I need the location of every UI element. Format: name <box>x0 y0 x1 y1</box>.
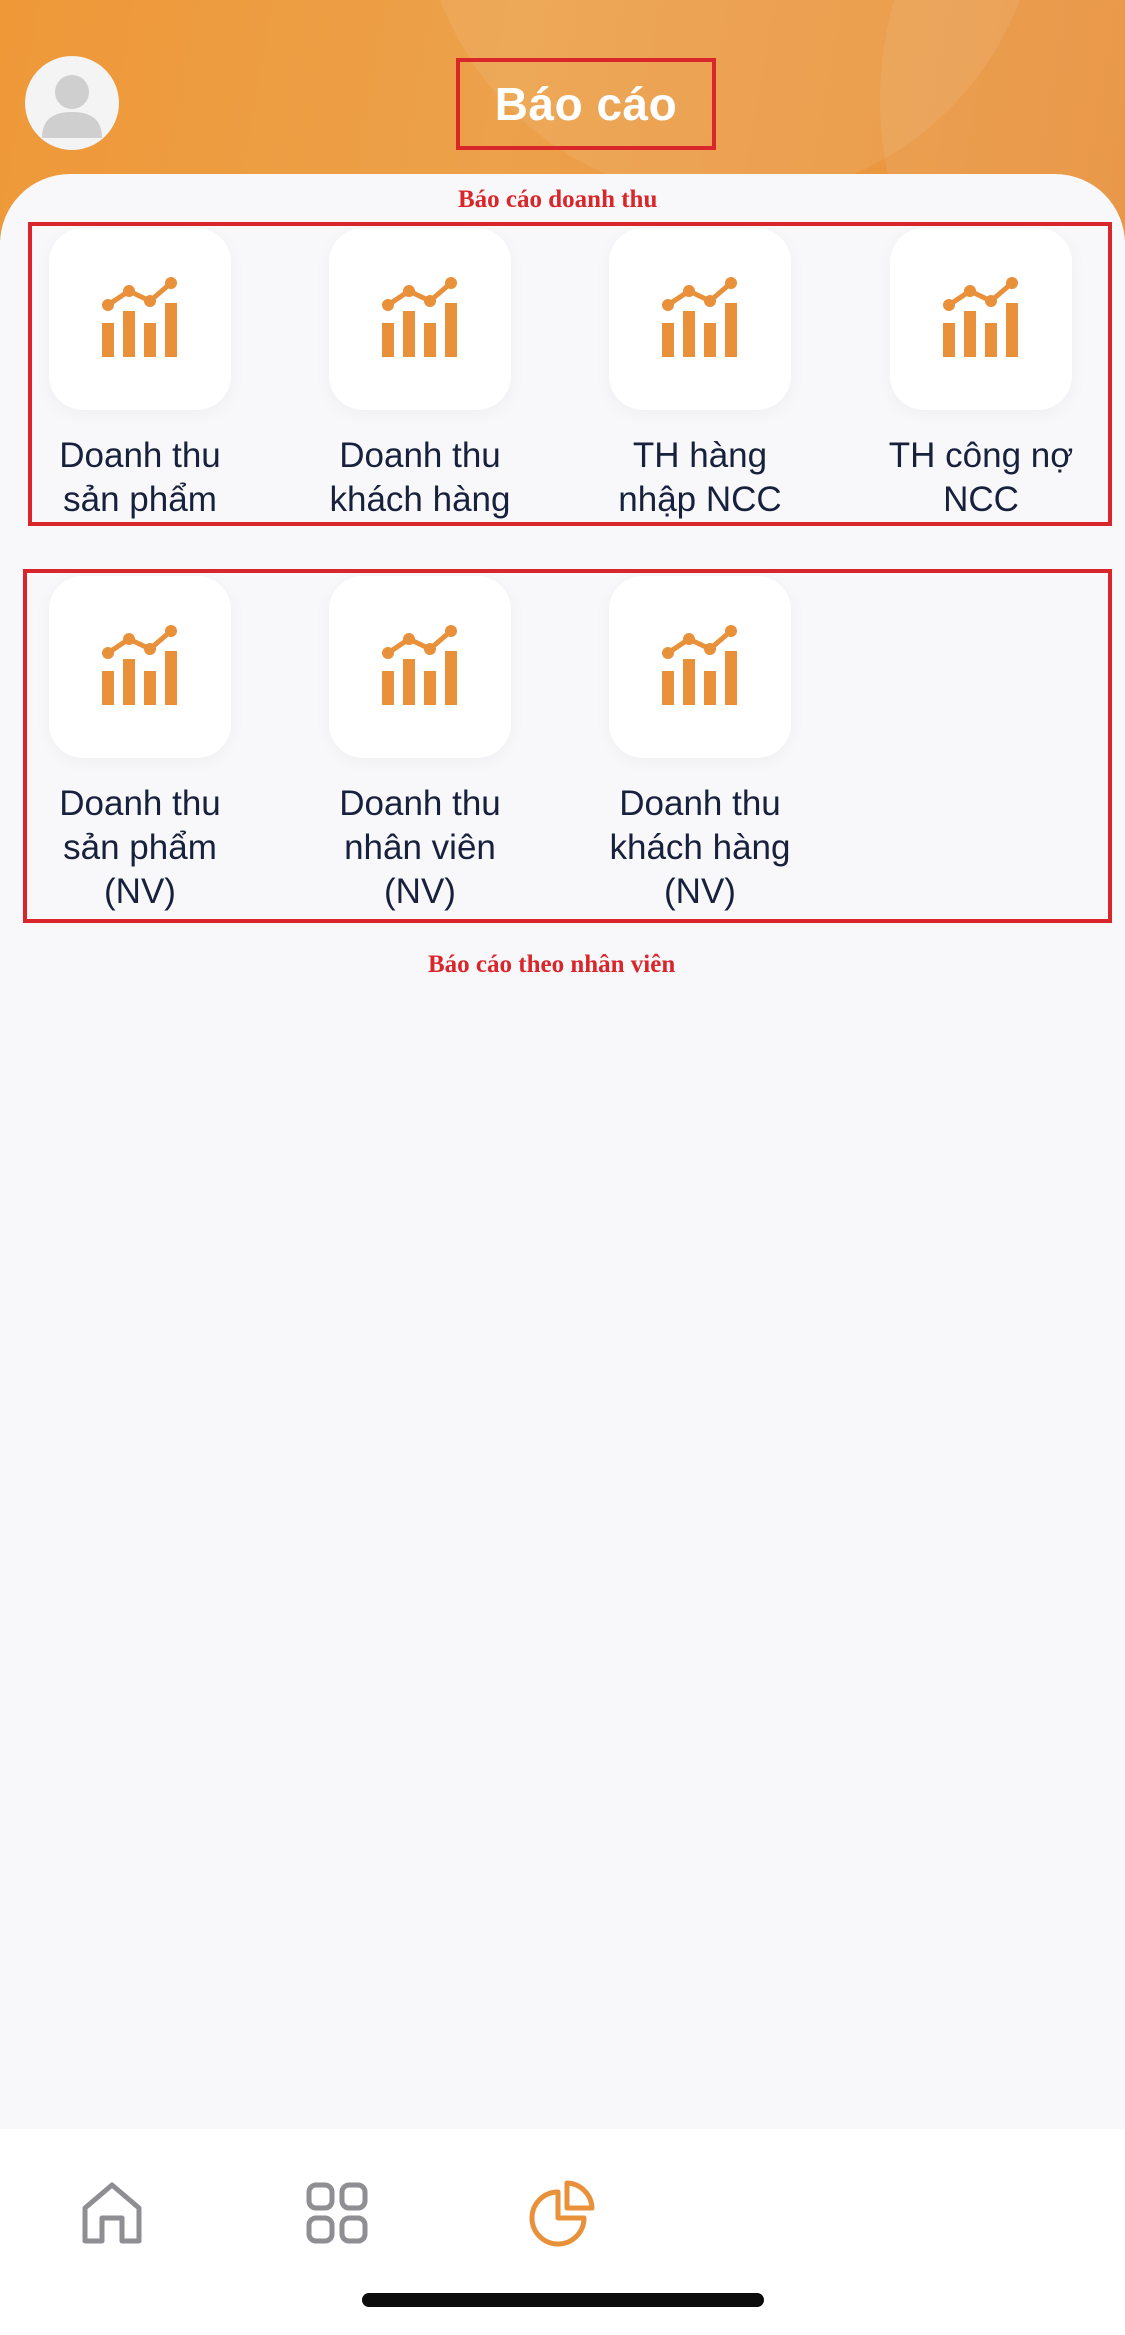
chart-icon <box>662 277 737 357</box>
page-title-frame: Báo cáo <box>456 58 716 150</box>
page-title: Báo cáo <box>494 78 678 130</box>
chart-icon <box>382 277 457 357</box>
chart-icon <box>662 625 737 705</box>
report-tile-supplier-imports[interactable]: TH hàng nhập NCC <box>585 228 815 522</box>
report-icon-box <box>49 576 231 758</box>
annotation-revenue-reports: Báo cáo doanh thu <box>458 186 658 213</box>
report-icon-box <box>329 576 511 758</box>
nav-menu-button[interactable] <box>292 2168 382 2258</box>
report-tile-employee-revenue[interactable]: Doanh thu nhân viên (NV) <box>305 576 535 914</box>
chart-icon <box>102 625 177 705</box>
report-tile-revenue-product[interactable]: Doanh thu sản phẩm <box>25 228 255 522</box>
report-icon-box <box>609 228 791 410</box>
report-label: Doanh thu sản phẩm (NV) <box>59 784 221 911</box>
report-label: Doanh thu khách hàng (NV) <box>609 784 791 911</box>
screen: Báo cáo Báo cáo doanh thu Báo cáo theo n… <box>0 0 1125 2335</box>
annotation-employee-reports: Báo cáo theo nhân viên <box>428 951 676 978</box>
pie-chart-icon <box>529 2180 595 2247</box>
chart-icon <box>943 277 1018 357</box>
report-tile-employee-product-revenue[interactable]: Doanh thu sản phẩm (NV) <box>25 576 255 914</box>
report-label: Doanh thu sản phẩm <box>59 436 221 519</box>
report-icon-box <box>890 228 1072 410</box>
report-label: TH hàng nhập NCC <box>618 436 782 519</box>
report-label: Doanh thu nhân viên (NV) <box>339 784 501 911</box>
chart-icon <box>102 277 177 357</box>
chart-icon <box>382 625 457 705</box>
report-tile-supplier-debt[interactable]: TH công nợ NCC <box>866 228 1096 522</box>
home-indicator <box>362 2293 764 2307</box>
report-icon-box <box>49 228 231 410</box>
report-tile-employee-customer-revenue[interactable]: Doanh thu khách hàng (NV) <box>585 576 815 914</box>
report-label: Doanh thu khách hàng <box>329 436 511 519</box>
grid-icon <box>306 2182 368 2244</box>
avatar[interactable] <box>25 56 119 150</box>
nav-reports-button[interactable] <box>517 2168 607 2258</box>
report-icon-box <box>329 228 511 410</box>
report-label: TH công nợ NCC <box>888 436 1074 519</box>
home-icon <box>82 2182 142 2244</box>
user-icon <box>42 75 102 138</box>
report-tile-revenue-customer[interactable]: Doanh thu khách hàng <box>305 228 535 522</box>
nav-home-button[interactable] <box>67 2168 157 2258</box>
report-icon-box <box>609 576 791 758</box>
